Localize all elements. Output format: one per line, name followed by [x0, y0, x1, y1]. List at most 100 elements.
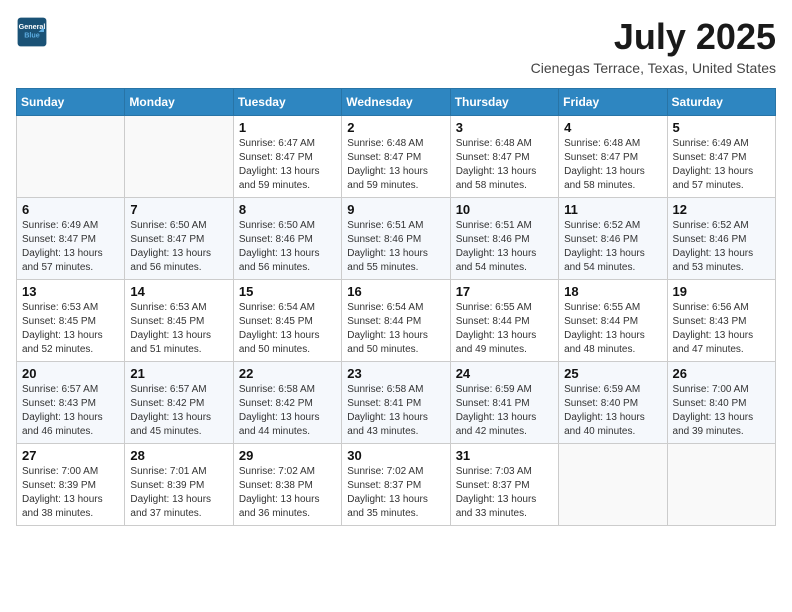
day-number: 10 — [456, 202, 553, 217]
calendar-cell: 21 Sunrise: 6:57 AMSunset: 8:42 PMDayligh… — [125, 362, 233, 444]
day-info: Sunrise: 6:48 AMSunset: 8:47 PMDaylight:… — [564, 137, 661, 193]
day-number: 8 — [239, 202, 336, 217]
day-info: Sunrise: 6:52 AMSunset: 8:46 PMDaylight:… — [673, 219, 770, 275]
day-info: Sunrise: 6:55 AMSunset: 8:44 PMDaylight:… — [564, 301, 661, 357]
day-info: Sunrise: 6:47 AMSunset: 8:47 PMDaylight:… — [239, 137, 336, 193]
day-number: 30 — [347, 448, 444, 463]
calendar-cell: 18 Sunrise: 6:55 AMSunset: 8:44 PMDayligh… — [559, 280, 667, 362]
calendar-cell: 23 Sunrise: 6:58 AMSunset: 8:41 PMDayligh… — [342, 362, 450, 444]
day-number: 25 — [564, 366, 661, 381]
day-info: Sunrise: 6:48 AMSunset: 8:47 PMDaylight:… — [347, 137, 444, 193]
weekday-header-sunday: Sunday — [17, 89, 125, 116]
calendar-cell: 12Sunrise: 6:52 AMSunset: 8:46 PMDayligh… — [667, 198, 775, 280]
day-info: Sunrise: 6:50 AMSunset: 8:46 PMDaylight:… — [239, 219, 336, 275]
weekday-header-wednesday: Wednesday — [342, 89, 450, 116]
day-number: 23 — [347, 366, 444, 381]
calendar-cell: 8 Sunrise: 6:50 AMSunset: 8:46 PMDaylight… — [233, 198, 341, 280]
day-number: 21 — [130, 366, 227, 381]
calendar-cell — [559, 444, 667, 526]
calendar-cell: 14 Sunrise: 6:53 AMSunset: 8:45 PMDayligh… — [125, 280, 233, 362]
calendar-cell — [17, 116, 125, 198]
day-number: 9 — [347, 202, 444, 217]
day-number: 17 — [456, 284, 553, 299]
day-number: 20 — [22, 366, 119, 381]
calendar-cell: 16 Sunrise: 6:54 AMSunset: 8:44 PMDayligh… — [342, 280, 450, 362]
calendar-cell: 19Sunrise: 6:56 AMSunset: 8:43 PMDayligh… — [667, 280, 775, 362]
logo: General Blue — [16, 16, 48, 48]
subtitle: Cienegas Terrace, Texas, United States — [531, 60, 776, 76]
calendar-cell: 3 Sunrise: 6:48 AMSunset: 8:47 PMDaylight… — [450, 116, 558, 198]
calendar-cell: 5 Sunrise: 6:49 AMSunset: 8:47 PMDaylight… — [667, 116, 775, 198]
calendar-cell: 20 Sunrise: 6:57 AMSunset: 8:43 PMDayligh… — [17, 362, 125, 444]
day-info: Sunrise: 6:48 AMSunset: 8:47 PMDaylight:… — [456, 137, 553, 193]
logo-icon: General Blue — [16, 16, 48, 48]
calendar-cell: 26Sunrise: 7:00 AMSunset: 8:40 PMDayligh… — [667, 362, 775, 444]
day-number: 22 — [239, 366, 336, 381]
calendar-cell: 4 Sunrise: 6:48 AMSunset: 8:47 PMDaylight… — [559, 116, 667, 198]
day-info: Sunrise: 6:54 AMSunset: 8:45 PMDaylight:… — [239, 301, 336, 357]
main-title: July 2025 — [531, 16, 776, 58]
calendar-cell — [125, 116, 233, 198]
svg-text:Blue: Blue — [24, 31, 40, 40]
weekday-header-row: SundayMondayTuesdayWednesdayThursdayFrid… — [17, 89, 776, 116]
day-info: Sunrise: 6:52 AMSunset: 8:46 PMDaylight:… — [564, 219, 661, 275]
title-block: July 2025 Cienegas Terrace, Texas, Unite… — [531, 16, 776, 76]
calendar-week-5: 27 Sunrise: 7:00 AMSunset: 8:39 PMDayligh… — [17, 444, 776, 526]
day-number: 31 — [456, 448, 553, 463]
day-info: Sunrise: 7:03 AMSunset: 8:37 PMDaylight:… — [456, 465, 553, 521]
day-info: Sunrise: 6:49 AMSunset: 8:47 PMDaylight:… — [673, 137, 770, 193]
calendar-cell: 28 Sunrise: 7:01 AMSunset: 8:39 PMDayligh… — [125, 444, 233, 526]
calendar-cell: 6 Sunrise: 6:49 AMSunset: 8:47 PMDaylight… — [17, 198, 125, 280]
calendar-cell: 10 Sunrise: 6:51 AMSunset: 8:46 PMDayligh… — [450, 198, 558, 280]
day-info: Sunrise: 7:02 AMSunset: 8:37 PMDaylight:… — [347, 465, 444, 521]
day-number: 6 — [22, 202, 119, 217]
day-info: Sunrise: 6:58 AMSunset: 8:41 PMDaylight:… — [347, 383, 444, 439]
day-number: 3 — [456, 120, 553, 135]
day-info: Sunrise: 6:55 AMSunset: 8:44 PMDaylight:… — [456, 301, 553, 357]
weekday-header-saturday: Saturday — [667, 89, 775, 116]
weekday-header-tuesday: Tuesday — [233, 89, 341, 116]
day-info: Sunrise: 6:54 AMSunset: 8:44 PMDaylight:… — [347, 301, 444, 357]
day-info: Sunrise: 6:56 AMSunset: 8:43 PMDaylight:… — [673, 301, 770, 357]
calendar-week-1: 1 Sunrise: 6:47 AMSunset: 8:47 PMDaylight… — [17, 116, 776, 198]
calendar-cell: 17 Sunrise: 6:55 AMSunset: 8:44 PMDayligh… — [450, 280, 558, 362]
weekday-header-monday: Monday — [125, 89, 233, 116]
weekday-header-friday: Friday — [559, 89, 667, 116]
weekday-header-thursday: Thursday — [450, 89, 558, 116]
day-number: 1 — [239, 120, 336, 135]
calendar-cell: 9 Sunrise: 6:51 AMSunset: 8:46 PMDaylight… — [342, 198, 450, 280]
day-info: Sunrise: 6:57 AMSunset: 8:42 PMDaylight:… — [130, 383, 227, 439]
day-info: Sunrise: 7:01 AMSunset: 8:39 PMDaylight:… — [130, 465, 227, 521]
day-number: 27 — [22, 448, 119, 463]
calendar-cell: 1 Sunrise: 6:47 AMSunset: 8:47 PMDaylight… — [233, 116, 341, 198]
day-info: Sunrise: 6:57 AMSunset: 8:43 PMDaylight:… — [22, 383, 119, 439]
calendar-cell: 29Sunrise: 7:02 AMSunset: 8:38 PMDayligh… — [233, 444, 341, 526]
day-number: 18 — [564, 284, 661, 299]
calendar-cell: 11 Sunrise: 6:52 AMSunset: 8:46 PMDayligh… — [559, 198, 667, 280]
calendar-cell — [667, 444, 775, 526]
day-number: 26 — [673, 366, 770, 381]
day-number: 24 — [456, 366, 553, 381]
day-info: Sunrise: 6:51 AMSunset: 8:46 PMDaylight:… — [456, 219, 553, 275]
day-info: Sunrise: 6:49 AMSunset: 8:47 PMDaylight:… — [22, 219, 119, 275]
calendar-cell: 2 Sunrise: 6:48 AMSunset: 8:47 PMDaylight… — [342, 116, 450, 198]
day-number: 28 — [130, 448, 227, 463]
day-info: Sunrise: 6:58 AMSunset: 8:42 PMDaylight:… — [239, 383, 336, 439]
day-info: Sunrise: 6:51 AMSunset: 8:46 PMDaylight:… — [347, 219, 444, 275]
calendar-cell: 25 Sunrise: 6:59 AMSunset: 8:40 PMDayligh… — [559, 362, 667, 444]
day-number: 16 — [347, 284, 444, 299]
day-info: Sunrise: 6:53 AMSunset: 8:45 PMDaylight:… — [130, 301, 227, 357]
day-info: Sunrise: 6:59 AMSunset: 8:41 PMDaylight:… — [456, 383, 553, 439]
calendar-week-2: 6 Sunrise: 6:49 AMSunset: 8:47 PMDaylight… — [17, 198, 776, 280]
calendar-table: SundayMondayTuesdayWednesdayThursdayFrid… — [16, 88, 776, 526]
calendar-week-4: 20 Sunrise: 6:57 AMSunset: 8:43 PMDayligh… — [17, 362, 776, 444]
day-info: Sunrise: 7:02 AMSunset: 8:38 PMDaylight:… — [239, 465, 336, 521]
day-number: 14 — [130, 284, 227, 299]
day-number: 2 — [347, 120, 444, 135]
day-number: 4 — [564, 120, 661, 135]
day-info: Sunrise: 6:59 AMSunset: 8:40 PMDaylight:… — [564, 383, 661, 439]
day-number: 11 — [564, 202, 661, 217]
day-number: 5 — [673, 120, 770, 135]
calendar-cell: 7Sunrise: 6:50 AMSunset: 8:47 PMDaylight… — [125, 198, 233, 280]
day-info: Sunrise: 7:00 AMSunset: 8:39 PMDaylight:… — [22, 465, 119, 521]
